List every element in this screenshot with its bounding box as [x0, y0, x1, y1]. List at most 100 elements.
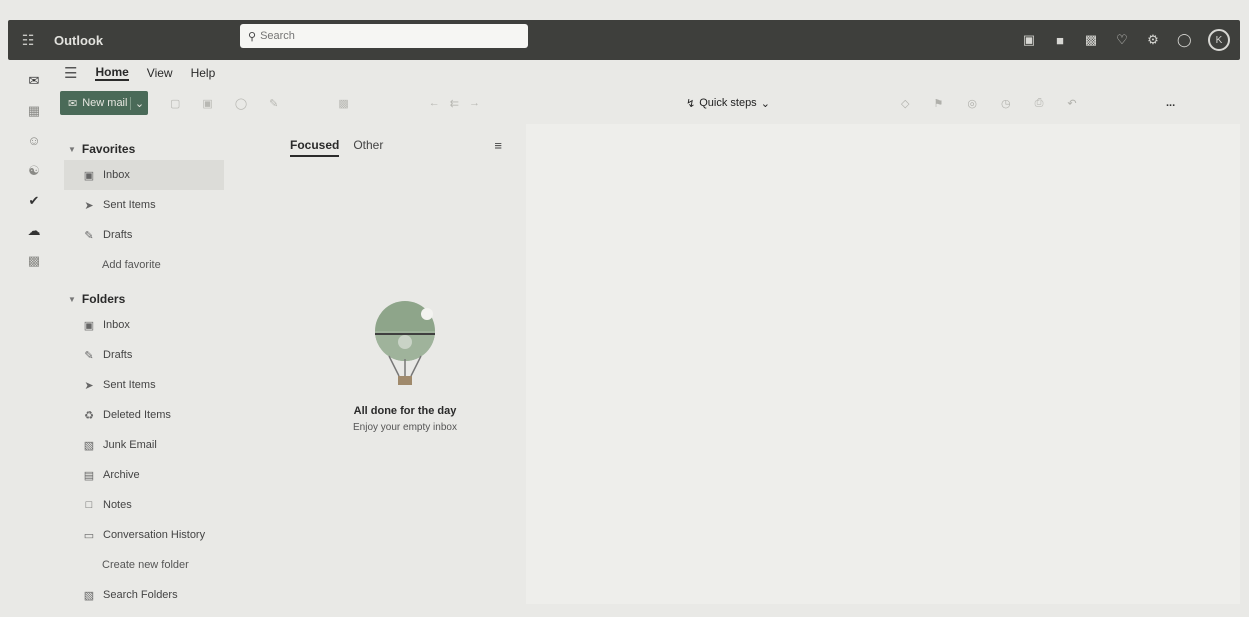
- favorite-drafts[interactable]: ✎ Drafts: [64, 220, 234, 250]
- chevron-down-icon: ▼: [68, 144, 76, 154]
- search-box[interactable]: ⚲: [240, 24, 528, 48]
- tag-icon[interactable]: ◇: [901, 97, 909, 110]
- top-bar: ☷ Outlook ⚲ ▣ ■ ▩ ♡ ⚙ ◯ K: [8, 20, 1240, 60]
- apps-icon[interactable]: ▩: [14, 246, 54, 276]
- favorites-title: Favorites: [81, 142, 136, 156]
- word-icon[interactable]: ■: [1053, 33, 1067, 48]
- flag-icon[interactable]: ⚑: [933, 97, 943, 110]
- folder-conversation-history-label: Conversation History: [103, 529, 206, 541]
- app-launcher-icon[interactable]: ☷: [8, 20, 48, 60]
- search-folders-label: Search Folders: [103, 589, 178, 601]
- reply-icon[interactable]: ←: [429, 97, 440, 109]
- avatar[interactable]: K: [1208, 29, 1230, 51]
- hamburger-icon[interactable]: ☰: [64, 64, 77, 82]
- new-mail-button[interactable]: ✉ New mail ⌄: [60, 91, 148, 115]
- folder-deleted-items[interactable]: ♻ Deleted Items: [64, 400, 234, 430]
- tab-home[interactable]: Home: [95, 65, 129, 81]
- folder-sent-items-label: Sent Items: [103, 379, 156, 391]
- delete-icon[interactable]: ▢: [170, 97, 180, 110]
- ribbon-right-icons: ◇ ⚑ ◎ ◷ ⎙ ↶: [901, 97, 1077, 110]
- folder-junk-email-label: Junk Email: [103, 439, 157, 451]
- folder-deleted-items-label: Deleted Items: [103, 409, 171, 421]
- tab-other[interactable]: Other: [353, 138, 383, 157]
- pencil-icon: ✎: [84, 349, 94, 362]
- trash-icon: ♻: [84, 409, 94, 422]
- folder-junk-email[interactable]: ▧ Junk Email: [64, 430, 234, 460]
- chevron-down-icon: ▼: [68, 294, 76, 304]
- favorite-inbox[interactable]: ▣ Inbox: [64, 160, 224, 190]
- pin-icon[interactable]: ◎: [967, 97, 977, 110]
- send-icon: ➤: [84, 199, 94, 212]
- empty-state: All done for the day Enjoy your empty in…: [290, 296, 520, 433]
- folder-notes[interactable]: □ Notes: [64, 490, 234, 520]
- filter-icon[interactable]: ≡: [494, 138, 502, 153]
- folder-archive-label: Archive: [103, 469, 140, 481]
- inbox-tabs: Focused Other: [290, 138, 520, 157]
- calendar-icon[interactable]: ▦: [14, 96, 54, 126]
- archive-icon: ▤: [83, 469, 95, 482]
- tab-focused[interactable]: Focused: [290, 138, 340, 157]
- search-folder-icon: ▧: [83, 589, 95, 602]
- folder-drafts[interactable]: ✎ Drafts: [64, 340, 234, 370]
- send-icon: ➤: [84, 379, 94, 392]
- lightbulb-icon[interactable]: ◯: [1177, 32, 1192, 48]
- more-options-button[interactable]: ...: [1166, 97, 1175, 109]
- empty-subtitle: Enjoy your empty inbox: [353, 422, 457, 433]
- pencil-icon: ✎: [84, 229, 94, 242]
- folders-title: Folders: [81, 292, 126, 306]
- onedrive-icon[interactable]: ☁: [14, 216, 54, 246]
- junk-icon: ▧: [83, 439, 95, 452]
- app-title[interactable]: Outlook: [54, 33, 224, 48]
- quick-steps-label: Quick steps: [699, 97, 757, 109]
- chevron-down-icon[interactable]: ⌄: [130, 96, 148, 110]
- gear-icon[interactable]: ⚙: [1146, 32, 1160, 48]
- search-folders[interactable]: ▧ Search Folders: [64, 580, 234, 610]
- mail-icon[interactable]: ✉: [14, 66, 54, 96]
- app-rail: ✉ ▦ ☺ ☯ ✔ ☁ ▩: [14, 66, 54, 276]
- search-icon: ⚲: [248, 30, 257, 43]
- quick-steps-button[interactable]: ↯ Quick steps ⌄: [686, 97, 770, 110]
- favorite-sent-items[interactable]: ➤ Sent Items: [64, 190, 234, 220]
- inbox-icon: ▣: [83, 169, 95, 182]
- note-icon: □: [85, 499, 93, 511]
- new-mail-label: New mail: [82, 97, 128, 109]
- print-icon[interactable]: ⎙: [1035, 97, 1044, 110]
- inbox-icon: ▣: [83, 319, 95, 332]
- hot-air-balloon-illustration: [375, 301, 435, 385]
- new-mail-main[interactable]: ✉ New mail: [60, 97, 130, 110]
- groups-icon[interactable]: ☯: [14, 156, 54, 186]
- folder-icon: ▭: [83, 529, 95, 542]
- folder-conversation-history[interactable]: ▭ Conversation History: [64, 520, 234, 550]
- forward-icon[interactable]: →: [469, 97, 480, 109]
- folder-pane: ▼ Favorites ▣ Inbox ➤ Sent Items ✎ Draft…: [64, 138, 234, 610]
- tab-view[interactable]: View: [147, 66, 173, 80]
- folder-archive[interactable]: ▤ Archive: [64, 460, 234, 490]
- meet-now-icon[interactable]: ▣: [1022, 32, 1036, 48]
- top-icons: ▣ ■ ▩ ♡ ⚙ ◯ K: [1022, 20, 1230, 60]
- snooze-icon[interactable]: ◷: [1001, 97, 1011, 110]
- bell-icon[interactable]: ♡: [1115, 32, 1129, 48]
- move-icon[interactable]: ▩: [338, 97, 348, 110]
- todo-icon[interactable]: ✔: [14, 186, 54, 216]
- tab-help[interactable]: Help: [191, 66, 216, 80]
- reply-all-icon[interactable]: ⇇: [450, 97, 459, 110]
- favorites-header[interactable]: ▼ Favorites: [68, 138, 234, 160]
- folders-header[interactable]: ▼ Folders: [68, 288, 234, 310]
- empty-title: All done for the day: [353, 405, 457, 417]
- message-list: Focused Other ≡ All done for the day Enj…: [290, 138, 520, 433]
- undo-icon[interactable]: ↶: [1067, 97, 1076, 110]
- sweep-icon[interactable]: ✎: [269, 97, 278, 110]
- report-icon[interactable]: ◯: [235, 97, 247, 110]
- favorite-inbox-label: Inbox: [103, 169, 130, 181]
- folder-drafts-label: Drafts: [103, 349, 133, 361]
- folder-sent-items[interactable]: ➤ Sent Items: [64, 370, 234, 400]
- add-favorite-link[interactable]: Add favorite: [64, 250, 234, 280]
- archive-icon[interactable]: ▣: [202, 97, 212, 110]
- teams-icon[interactable]: ▩: [1084, 32, 1098, 48]
- search-input[interactable]: [260, 30, 501, 42]
- ribbon-toolbar: ✉ New mail ⌄ ▢ ▣ ◯ ✎ ▩ ← ⇇ → ↯ Quick ste…: [56, 88, 1242, 118]
- people-icon[interactable]: ☺: [14, 126, 54, 156]
- mail-compose-icon: ✉: [68, 97, 78, 110]
- folder-inbox[interactable]: ▣ Inbox: [64, 310, 234, 340]
- create-new-folder-link[interactable]: Create new folder: [64, 550, 234, 580]
